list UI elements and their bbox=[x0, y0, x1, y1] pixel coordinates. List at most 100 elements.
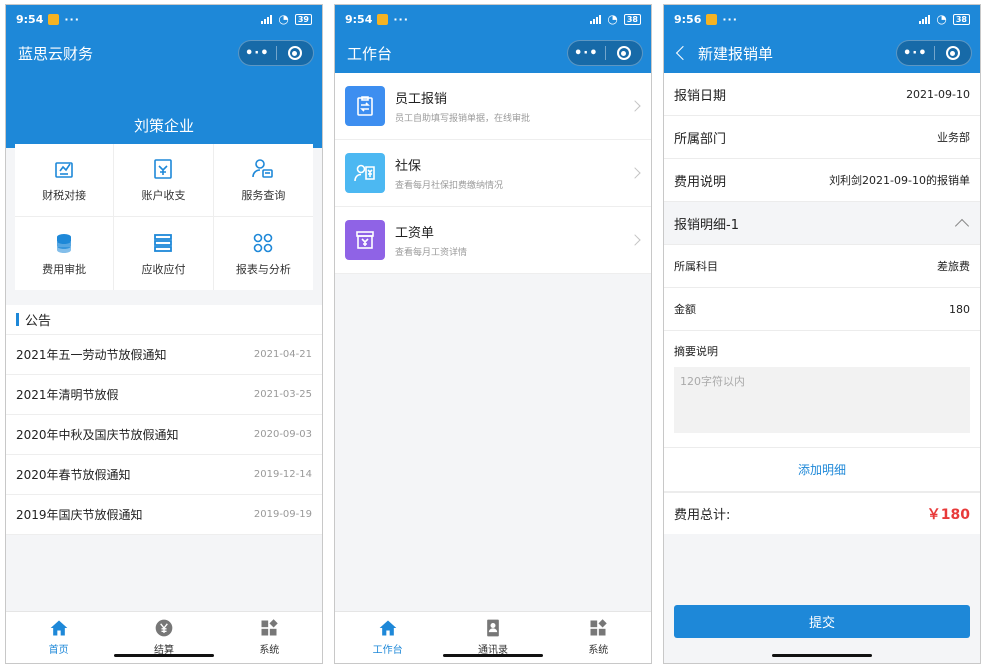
header: 9:54 ··· ◔ 38 工作台 •·• bbox=[335, 5, 651, 73]
home-icon bbox=[379, 620, 396, 636]
notice-item-title: 2019年国庆节放假通知 bbox=[16, 508, 143, 522]
status-bar: 9:54 ··· ◔ 38 bbox=[335, 5, 651, 33]
nav-bar: 工作台 •·• bbox=[335, 33, 651, 73]
grid-label: 报表与分析 bbox=[235, 262, 291, 276]
tab-workbench[interactable]: 工作台 bbox=[335, 612, 440, 663]
report-grid-icon bbox=[254, 233, 273, 252]
signal-icon bbox=[261, 14, 273, 24]
grid-item-tax[interactable]: 财税对接 bbox=[15, 144, 115, 217]
app-title: 蓝思云财务 bbox=[18, 44, 94, 63]
notice-item-title: 2021年五一劳动节放假通知 bbox=[16, 348, 167, 362]
miniapp-capsule: •·• bbox=[567, 40, 643, 66]
grid-item-report[interactable]: 报表与分析 bbox=[214, 217, 313, 290]
summary-section: 摘要说明 bbox=[664, 331, 980, 448]
summary-textarea[interactable] bbox=[674, 367, 970, 433]
submit-button[interactable]: 提交 bbox=[674, 605, 970, 638]
grid-item-receivable[interactable]: 应收应付 bbox=[114, 217, 214, 290]
field-value: 刘利剑2021-09-10的报销单 bbox=[829, 174, 970, 187]
field-label: 金额 bbox=[674, 303, 696, 316]
close-miniapp-icon[interactable] bbox=[277, 46, 314, 60]
status-bar: 9:56 ··· ◔ 38 bbox=[664, 5, 980, 33]
work-item-subtitle: 查看每月工资详情 bbox=[395, 248, 468, 258]
battery-icon: 39 bbox=[294, 13, 312, 25]
notice-title: 公告 bbox=[6, 305, 322, 335]
more-notifications-icon: ··· bbox=[393, 12, 409, 26]
account-icon bbox=[154, 159, 173, 179]
status-bar: 9:54 ··· ◔ 39 bbox=[6, 5, 322, 33]
tab-system[interactable]: 系统 bbox=[217, 612, 322, 663]
status-time: 9:56 bbox=[674, 12, 702, 26]
more-icon[interactable]: •·• bbox=[568, 46, 605, 61]
work-item-title: 员工报销 bbox=[395, 92, 448, 107]
page-title: 新建报销单 bbox=[698, 44, 774, 63]
coins-icon bbox=[57, 233, 72, 253]
expense-description-field[interactable]: 费用说明 刘利剑2021-09-10的报销单 bbox=[664, 159, 980, 202]
signal-icon bbox=[590, 14, 602, 24]
tab-label: 首页 bbox=[48, 645, 69, 656]
grid-item-expense[interactable]: 费用审批 bbox=[15, 217, 115, 290]
company-name: 刘策企业 bbox=[133, 117, 194, 135]
back-arrow-icon[interactable] bbox=[675, 45, 691, 61]
tab-label: 系统 bbox=[259, 645, 280, 656]
total-value: ￥180 bbox=[926, 506, 970, 523]
grid-label: 账户收支 bbox=[141, 189, 186, 202]
work-item-reimburse[interactable]: 员工报销员工自助填写报销单据，在线审批 bbox=[335, 73, 651, 140]
phone-home-screen: 9:54 ··· ◔ 39 蓝思云财务 •·• 刘策企业 财税对接 账户收支 服务查… bbox=[5, 4, 323, 664]
subject-field[interactable]: 所属科目 差旅费 bbox=[664, 245, 980, 288]
total-label: 费用总计: bbox=[674, 508, 731, 523]
chevron-right-icon bbox=[629, 100, 641, 112]
more-notifications-icon: ··· bbox=[722, 12, 738, 26]
total-row: 费用总计: ￥180 bbox=[664, 492, 980, 534]
tab-system[interactable]: 系统 bbox=[546, 612, 651, 663]
phone-new-reimbursement-screen: 9:56 ··· ◔ 38 新建报销单 •·• 报销日期 2021-09-10 所属… bbox=[663, 4, 981, 664]
contacts-book-icon bbox=[487, 619, 499, 637]
notice-item-title: 2020年春节放假通知 bbox=[16, 468, 131, 482]
signal-icon bbox=[919, 14, 931, 24]
reimburse-date-field[interactable]: 报销日期 2021-09-10 bbox=[664, 73, 980, 116]
work-item-subtitle: 查看每月社保扣费缴纳情况 bbox=[395, 181, 504, 191]
work-item-title: 工资单 bbox=[395, 226, 435, 241]
field-value: 2021-09-10 bbox=[906, 87, 970, 101]
grid-item-account[interactable]: 账户收支 bbox=[114, 144, 214, 217]
more-icon[interactable]: •·• bbox=[897, 46, 934, 61]
nav-bar: 新建报销单 •·• bbox=[664, 33, 980, 73]
tab-label: 工作台 bbox=[372, 645, 403, 656]
miniapp-capsule: •·• bbox=[896, 40, 972, 66]
notice-item-date: 2019-12-14 bbox=[253, 469, 312, 480]
grid-label: 应收应付 bbox=[141, 262, 186, 276]
notice-item-date: 2019-09-19 bbox=[253, 509, 312, 520]
company-banner: 刘策企业 bbox=[6, 73, 322, 148]
tab-home[interactable]: 首页 bbox=[6, 612, 111, 663]
field-label: 所属部门 bbox=[674, 131, 727, 147]
header: 9:56 ··· ◔ 38 新建报销单 •·• bbox=[664, 5, 980, 73]
more-notifications-icon: ··· bbox=[64, 12, 80, 26]
close-miniapp-icon[interactable] bbox=[606, 46, 643, 60]
nav-bar: 蓝思云财务 •·• bbox=[6, 33, 322, 73]
grid-item-service[interactable]: 服务查询 bbox=[213, 144, 313, 217]
chevron-right-icon bbox=[629, 234, 641, 246]
app-notification-icon bbox=[377, 13, 389, 25]
app-notification-icon bbox=[706, 13, 718, 25]
notice-item[interactable]: 2020年春节放假通知 2019-12-14 bbox=[6, 455, 322, 495]
chevron-up-icon[interactable] bbox=[954, 218, 970, 233]
notice-item[interactable]: 2021年清明节放假 2021-03-25 bbox=[6, 375, 322, 415]
payslip-icon bbox=[345, 220, 385, 260]
notice-item[interactable]: 2020年中秋及国庆节放假通知 2020-09-03 bbox=[6, 415, 322, 455]
phone-workbench-screen: 9:54 ··· ◔ 38 工作台 •·• 员工报销 员工自助填写报销单据，在线审批 … bbox=[334, 4, 652, 664]
work-item-title: 社保 bbox=[395, 159, 422, 174]
home-indicator bbox=[114, 654, 214, 657]
notice-item[interactable]: 2021年五一劳动节放假通知 2021-04-21 bbox=[6, 335, 322, 375]
wifi-icon: ◔ bbox=[936, 12, 947, 26]
amount-field[interactable]: 金额 180 bbox=[664, 288, 980, 331]
field-value: 差旅费 bbox=[937, 260, 970, 273]
more-icon[interactable]: •·• bbox=[239, 46, 276, 61]
detail-section-header[interactable]: 报销明细-1 bbox=[664, 202, 980, 245]
department-field[interactable]: 所属部门 业务部 bbox=[664, 116, 980, 159]
work-item-payslip[interactable]: 工资单查看每月工资详情 bbox=[335, 207, 651, 274]
work-item-social-security[interactable]: 社保查看每月社保扣费缴纳情况 bbox=[335, 140, 651, 207]
notice-item[interactable]: 2019年国庆节放假通知 2019-09-19 bbox=[6, 495, 322, 535]
work-item-subtitle: 员工自助填写报销单据，在线审批 bbox=[395, 114, 531, 124]
field-label: 摘要说明 bbox=[674, 345, 718, 358]
add-detail-button[interactable]: 添加明细 bbox=[664, 448, 980, 492]
close-miniapp-icon[interactable] bbox=[935, 46, 972, 60]
